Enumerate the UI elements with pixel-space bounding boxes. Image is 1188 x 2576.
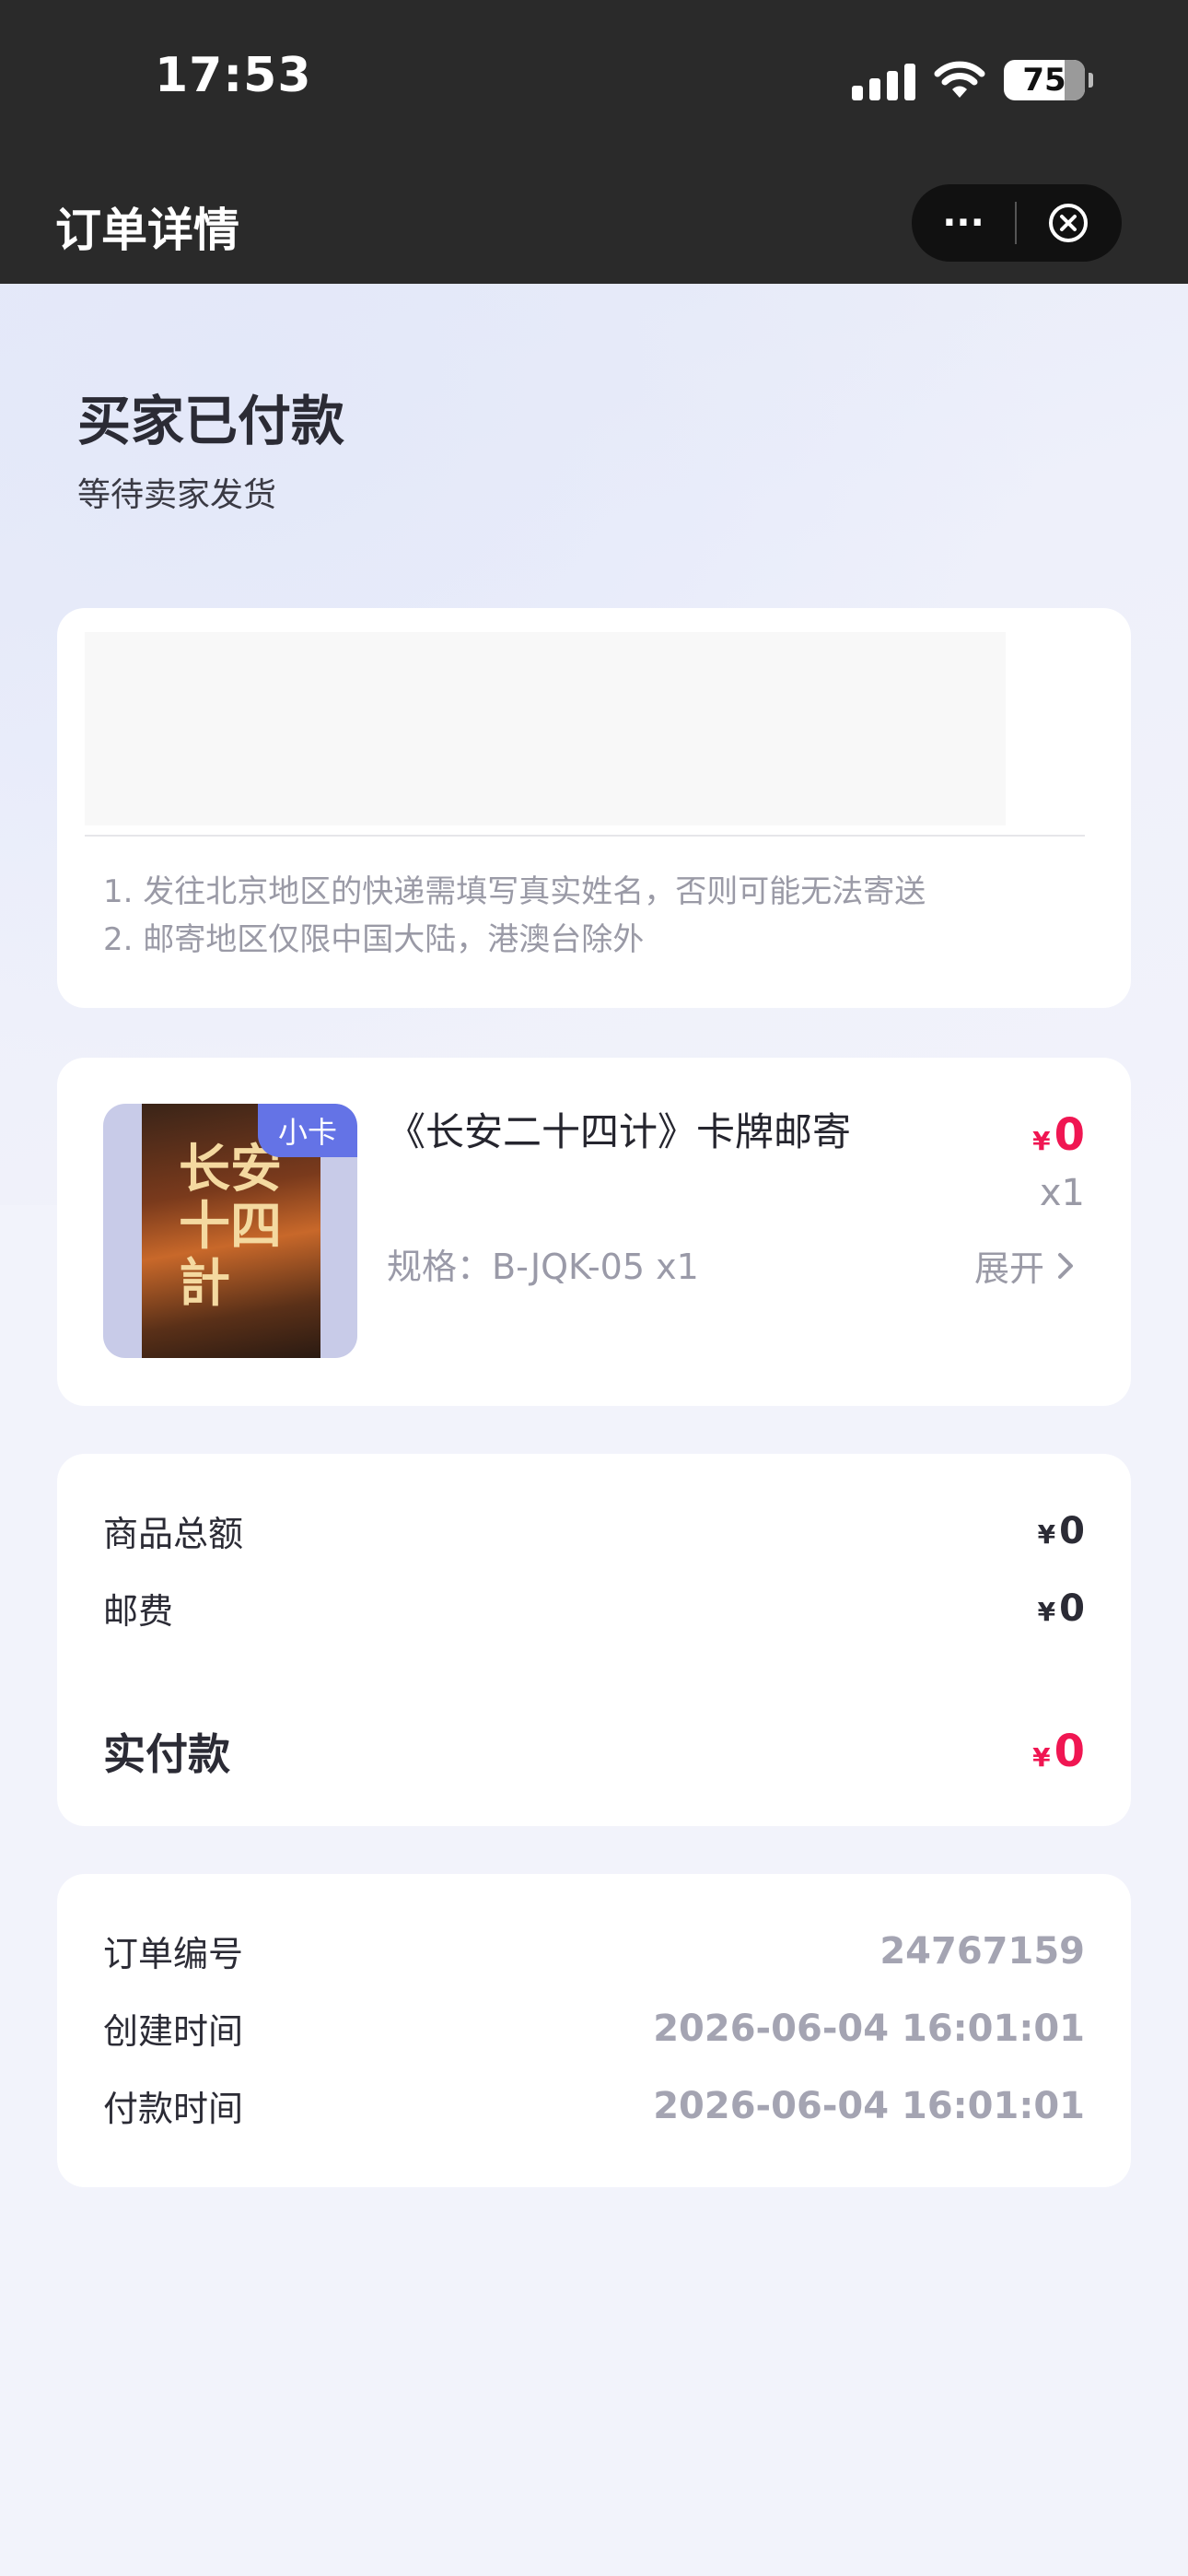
order-status-title: 买家已付款 [77, 390, 345, 452]
address-divider [85, 835, 1085, 837]
amount-value: 0 [1059, 1587, 1085, 1630]
more-button[interactable]: ··· [912, 205, 1015, 241]
summary-label: 商品总额 [103, 1514, 244, 1554]
product-price: ¥0 [1032, 1109, 1085, 1161]
miniapp-capsule: ··· [912, 184, 1122, 262]
payment-summary-card: 商品总额 ¥0 邮费 ¥0 实付款 ¥0 [57, 1454, 1131, 1826]
total-row: 实付款 ¥0 [103, 1721, 1085, 1782]
product-tag: 小卡 [258, 1104, 357, 1157]
expand-button[interactable]: 展开 [974, 1240, 1074, 1291]
battery-icon: 75 [1004, 60, 1093, 100]
address-card: 1. 发往北京地区的快递需填写真实姓名，否则可能无法寄送 2. 邮寄地区仅限中国… [57, 608, 1131, 1008]
paid-time-value: 2026-06-04 16:01:01 [653, 2084, 1085, 2127]
currency-symbol: ¥ [1032, 1742, 1051, 1773]
currency-symbol: ¥ [1032, 1126, 1051, 1156]
cover-title-art: 长安十四計 [179, 1139, 282, 1314]
created-time-label: 创建时间 [103, 2011, 244, 2052]
notice-line: 1. 发往北京地区的快递需填写真实姓名，否则可能无法寄送 [103, 873, 926, 910]
notice-line: 2. 邮寄地区仅限中国大陆，港澳台除外 [103, 921, 645, 958]
info-row: 订单编号 24767159 [103, 1926, 1085, 1976]
chevron-right-icon [1058, 1252, 1073, 1279]
total-amount: ¥0 [1032, 1726, 1085, 1777]
info-row: 创建时间 2026-06-04 16:01:01 [103, 2003, 1085, 2054]
address-area[interactable] [85, 632, 1006, 825]
top-bar: 17:53 75 订单详情 ··· [0, 0, 1188, 284]
cellular-signal-icon [852, 60, 915, 100]
info-row: 付款时间 2026-06-04 16:01:01 [103, 2080, 1085, 2131]
product-name: 《长安二十四计》卡牌邮寄 [387, 1109, 852, 1154]
total-label: 实付款 [103, 1729, 230, 1779]
wifi-icon [934, 61, 985, 98]
price-value: 0 [1054, 1109, 1085, 1161]
summary-row: 邮费 ¥0 [103, 1583, 1085, 1633]
created-time-value: 2026-06-04 16:01:01 [653, 2007, 1085, 2050]
summary-label: 邮费 [103, 1591, 174, 1632]
close-icon [1049, 204, 1088, 242]
summary-row: 商品总额 ¥0 [103, 1505, 1085, 1556]
order-info-card: 订单编号 24767159 创建时间 2026-06-04 16:01:01 付… [57, 1874, 1131, 2187]
expand-label: 展开 [973, 1248, 1044, 1289]
page-title: 订单详情 [55, 204, 239, 257]
order-status-subtitle: 等待卖家发货 [77, 476, 277, 514]
status-time: 17:53 [155, 48, 312, 103]
amount-value: 0 [1059, 1509, 1085, 1552]
amount-value: 0 [1054, 1726, 1085, 1777]
status-icons: 75 [852, 57, 1093, 103]
currency-symbol: ¥ [1037, 1596, 1056, 1627]
battery-level: 75 [1022, 62, 1066, 99]
product-quantity: x1 [1039, 1172, 1085, 1214]
product-card[interactable]: 长安十四計 小卡 《长安二十四计》卡牌邮寄 规格：B-JQK-05 x1 ¥0 … [57, 1058, 1131, 1406]
summary-amount: ¥0 [1038, 1587, 1085, 1630]
product-spec: 规格：B-JQK-05 x1 [387, 1247, 699, 1287]
paid-time-label: 付款时间 [103, 2089, 244, 2129]
product-thumbnail[interactable]: 长安十四計 小卡 [103, 1104, 357, 1358]
currency-symbol: ¥ [1037, 1518, 1056, 1550]
close-button[interactable] [1017, 202, 1120, 244]
summary-amount: ¥0 [1038, 1510, 1085, 1552]
order-number-label: 订单编号 [103, 1934, 244, 1974]
order-number-value[interactable]: 24767159 [879, 1930, 1085, 1973]
shipping-notice: 1. 发往北京地区的快递需填写真实姓名，否则可能无法寄送 2. 邮寄地区仅限中国… [103, 868, 926, 964]
